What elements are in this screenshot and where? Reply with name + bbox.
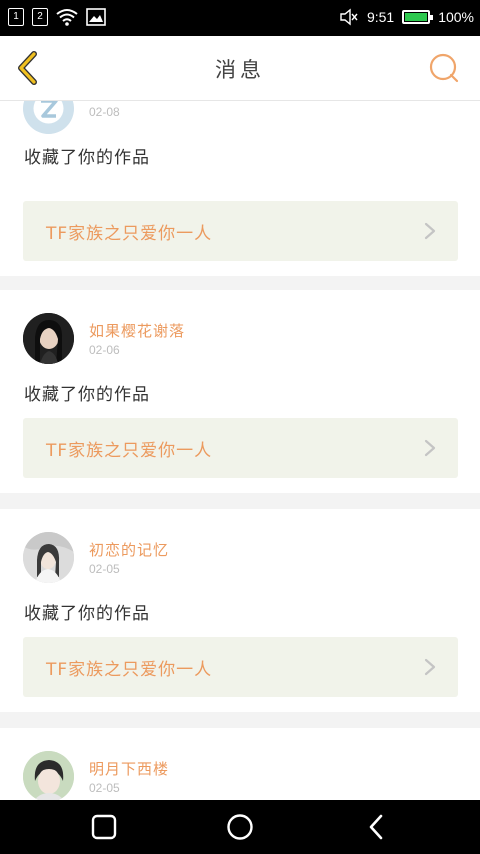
page-title: 消息 [215, 58, 265, 82]
status-time: 9:51 [366, 9, 395, 25]
status-bar: 1 2 9:51 100% [0, 0, 480, 36]
user-name[interactable]: 悦汝 [89, 101, 121, 103]
avatar[interactable] [23, 101, 74, 134]
wifi-icon [56, 9, 78, 26]
user-photo [23, 532, 74, 583]
sim-1-label: 1 [13, 11, 19, 22]
battery-fill [405, 13, 428, 21]
sim-2-label: 2 [37, 11, 43, 22]
header: 消息 [0, 36, 480, 101]
message-date: 02-08 [89, 105, 120, 119]
mute-icon [340, 8, 358, 26]
list-item: 初恋的记忆 02-05 收藏了你的作品 TF家族之只爱你一人 [0, 509, 480, 712]
system-nav-bar [0, 800, 480, 854]
message-date: 02-06 [89, 343, 120, 357]
message-action: 收藏了你的作品 [24, 604, 150, 624]
list-item: 如果樱花谢落 02-06 收藏了你的作品 TF家族之只爱你一人 [0, 290, 480, 493]
work-link[interactable]: TF家族之只爱你一人 [23, 637, 458, 697]
image-notification-icon [86, 8, 106, 26]
work-title: TF家族之只爱你一人 [46, 441, 213, 461]
search-icon[interactable] [428, 52, 460, 84]
message-action: 收藏了你的作品 [24, 148, 150, 168]
recent-apps-icon[interactable] [89, 812, 119, 842]
avatar[interactable] [23, 313, 74, 364]
list-item: 明月下西楼 02-05 [0, 728, 480, 800]
work-link[interactable]: TF家族之只爱你一人 [23, 418, 458, 478]
list-item: 悦汝 02-08 收藏了你的作品 TF家族之只爱你一人 [0, 101, 480, 276]
user-name[interactable]: 如果樱花谢落 [89, 320, 185, 341]
battery-percent: 100% [438, 9, 474, 25]
status-right: 9:51 100% [339, 8, 474, 26]
work-title: TF家族之只爱你一人 [46, 660, 213, 680]
user-photo [23, 751, 74, 800]
avatar[interactable] [23, 751, 74, 800]
status-left: 1 2 [8, 8, 106, 26]
user-name[interactable]: 初恋的记忆 [89, 539, 169, 560]
message-date: 02-05 [89, 781, 120, 795]
work-link[interactable]: TF家族之只爱你一人 [23, 201, 458, 261]
sim-2-icon: 2 [32, 8, 48, 26]
avatar[interactable] [23, 532, 74, 583]
message-date: 02-05 [89, 562, 120, 576]
chevron-right-icon [424, 439, 436, 457]
home-icon[interactable] [225, 812, 255, 842]
default-avatar-icon [23, 101, 74, 134]
user-name[interactable]: 明月下西楼 [89, 758, 169, 779]
message-action: 收藏了你的作品 [24, 385, 150, 405]
chevron-right-icon [424, 658, 436, 676]
battery-icon [402, 10, 434, 24]
work-title: TF家族之只爱你一人 [46, 224, 213, 244]
chevron-right-icon [424, 222, 436, 240]
message-list[interactable]: 悦汝 02-08 收藏了你的作品 TF家族之只爱你一人 如果樱花谢落 02-06… [0, 101, 480, 800]
sim-1-icon: 1 [8, 8, 24, 26]
user-photo [23, 313, 74, 364]
back-icon[interactable] [362, 812, 392, 842]
